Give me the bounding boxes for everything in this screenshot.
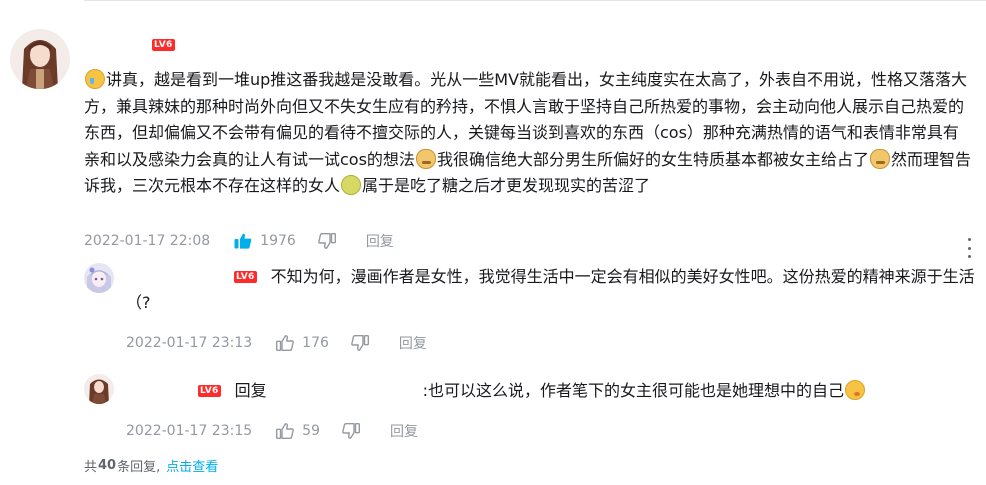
reply-2-username[interactable] <box>126 384 198 398</box>
thumbs-down-icon <box>351 335 369 351</box>
reply-1-like-button[interactable]: 176 <box>276 335 329 351</box>
main-comment-like-button[interactable]: 1976 <box>234 233 296 249</box>
thumbs-down-icon <box>342 423 360 439</box>
main-comment-text-2: 我很确信绝大部分男生所偏好的女生特质基本都被女主给占了 <box>436 149 869 169</box>
reply-1-reply-button[interactable]: 回复 <box>399 333 427 353</box>
reply-2-meta: 2022-01-17 23:15 59 回复 <box>126 421 418 441</box>
main-comment-dislike-button[interactable] <box>317 233 336 249</box>
reply-count-suffix: 条回复, <box>117 460 161 475</box>
reply-1-username[interactable] <box>126 270 234 284</box>
reply-2-dislike-button[interactable] <box>342 423 360 439</box>
reply-count-footer: 共 40 条回复, 点击查看 <box>84 456 218 475</box>
dog-emoji-icon <box>415 148 436 169</box>
reply-2-avatar[interactable] <box>84 374 114 404</box>
main-comment-header: LV6 <box>84 36 175 54</box>
reply-2-reply-button[interactable]: 回复 <box>390 421 418 441</box>
reply-2-reply-word: 回复 <box>234 381 267 400</box>
more-options-icon[interactable] <box>966 238 972 258</box>
reply-2-like-count: 59 <box>302 423 320 439</box>
main-comment-text-4: 属于是吃了糖之后才更发现现实的苦涩了 <box>362 176 651 195</box>
main-comment-time: 2022-01-17 22:08 <box>84 233 211 249</box>
reply-2-mention[interactable] <box>275 382 423 396</box>
thumbs-up-icon <box>276 335 295 351</box>
thumbs-up-icon <box>234 233 252 249</box>
reply-2-text: :也可以这么说，作者笔下的女主很可能也是她理想中的自己 <box>422 381 845 400</box>
main-comment-avatar[interactable] <box>10 29 70 89</box>
reply-1-avatar[interactable] <box>84 263 114 293</box>
reply-2-level-badge: LV6 <box>198 385 221 397</box>
reply-1-time: 2022-01-17 23:13 <box>126 335 253 351</box>
view-all-replies-link[interactable]: 点击查看 <box>166 456 218 475</box>
reply-2-time: 2022-01-17 23:15 <box>126 423 253 439</box>
crying-emoji-icon <box>85 69 105 89</box>
reply-2-like-button[interactable]: 59 <box>276 423 320 439</box>
main-comment-reply-button[interactable]: 回复 <box>366 231 394 251</box>
reply-1-dislike-button[interactable] <box>351 335 369 351</box>
reply-1-level-badge: LV6 <box>234 271 257 283</box>
main-comment-meta: 2022-01-17 22:08 1976 回复 <box>84 231 394 251</box>
reply-count-prefix: 共 <box>84 460 98 475</box>
reply-count-number: 40 <box>98 458 117 473</box>
top-divider <box>84 0 986 1</box>
reply-1-like-count: 176 <box>302 335 329 351</box>
thumbs-up-icon <box>276 423 295 439</box>
main-comment-username[interactable] <box>84 38 152 52</box>
dog-emoji-icon <box>869 148 890 169</box>
reply-1-meta: 2022-01-17 23:13 176 回复 <box>126 333 427 353</box>
thumbs-down-icon <box>317 233 336 249</box>
main-comment-like-count: 1976 <box>260 233 296 249</box>
reply-1: LV6 不知为何，漫画作者是女性，我觉得生活中一定会有相似的美好女性吧。这份热爱… <box>126 264 976 316</box>
reply-2: LV6 回复 :也可以这么说，作者笔下的女主很可能也是她理想中的自己 <box>126 378 976 404</box>
green-emoji-icon <box>341 175 362 195</box>
main-comment-text: 讲真，越是看到一堆up推这番我越是没敢看。光从一些MV就能看出，女主纯度实在太高… <box>84 67 974 200</box>
pout-emoji-icon <box>845 380 866 400</box>
main-comment-level-badge: LV6 <box>152 39 175 51</box>
